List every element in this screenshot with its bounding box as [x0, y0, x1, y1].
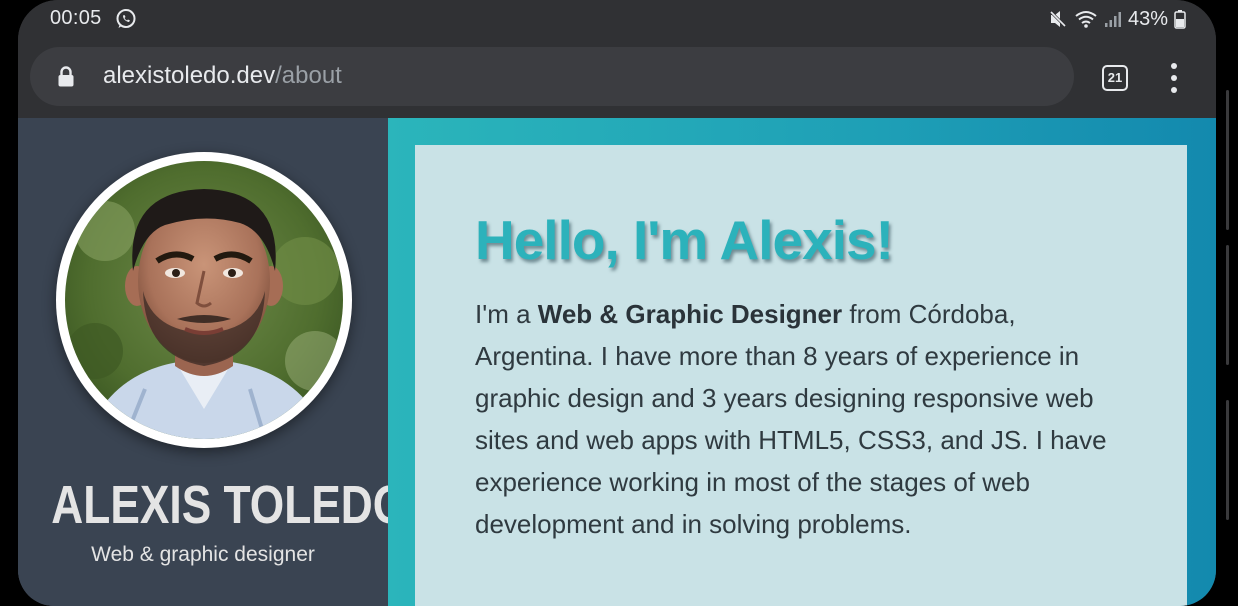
about-panel: Hello, I'm Alexis! I'm a Web & Graphic D… — [388, 118, 1216, 606]
url-domain: alexistoledo.dev — [103, 62, 276, 89]
whatsapp-icon — [115, 8, 137, 30]
mute-icon — [1048, 9, 1068, 29]
tabs-button[interactable]: 21 — [1102, 65, 1128, 91]
edge-scroll-hint — [1226, 400, 1229, 520]
status-bar: 00:05 43% — [18, 0, 1216, 38]
address-bar[interactable]: alexistoledo.dev/about — [30, 47, 1074, 106]
profile-sidebar: ALEXIS TOLEDO Web & graphic designer — [18, 118, 408, 606]
status-time: 00:05 — [50, 7, 102, 29]
url-text[interactable]: alexistoledo.dev/about — [103, 61, 342, 91]
lock-icon[interactable] — [58, 66, 74, 87]
about-role-highlight: Web & Graphic Designer — [537, 299, 843, 329]
status-icons: 43% — [1048, 6, 1186, 32]
profile-photo — [65, 161, 343, 439]
signal-icon — [1104, 10, 1122, 28]
avatar — [56, 152, 352, 448]
wifi-icon — [1074, 9, 1098, 29]
edge-scroll-hint — [1226, 90, 1229, 230]
battery-icon — [1174, 9, 1186, 29]
battery-label: 43% — [1127, 7, 1168, 30]
more-vert-icon[interactable] — [1164, 63, 1184, 93]
browser-toolbar: alexistoledo.dev/about 21 — [18, 38, 1216, 118]
phone-screen: 00:05 43% alexistoledo.dev/about 21 ALEX… — [18, 0, 1216, 606]
about-paragraph: I'm a Web & Graphic Designer from Córdob… — [475, 293, 1135, 545]
about-card: Hello, I'm Alexis! I'm a Web & Graphic D… — [415, 145, 1187, 606]
web-page: ALEXIS TOLEDO Web & graphic designer Hel… — [18, 118, 1216, 606]
url-path: /about — [275, 62, 342, 89]
profile-role: Web & graphic designer — [91, 543, 315, 566]
tab-count: 21 — [1107, 70, 1123, 85]
about-intro-before: I'm a — [475, 299, 538, 329]
about-intro-after: from Córdoba, Argentina. I have more tha… — [475, 299, 1107, 539]
about-heading: Hello, I'm Alexis! — [475, 209, 894, 271]
edge-scroll-hint — [1226, 245, 1229, 365]
profile-name: ALEXIS TOLEDO — [51, 475, 408, 535]
